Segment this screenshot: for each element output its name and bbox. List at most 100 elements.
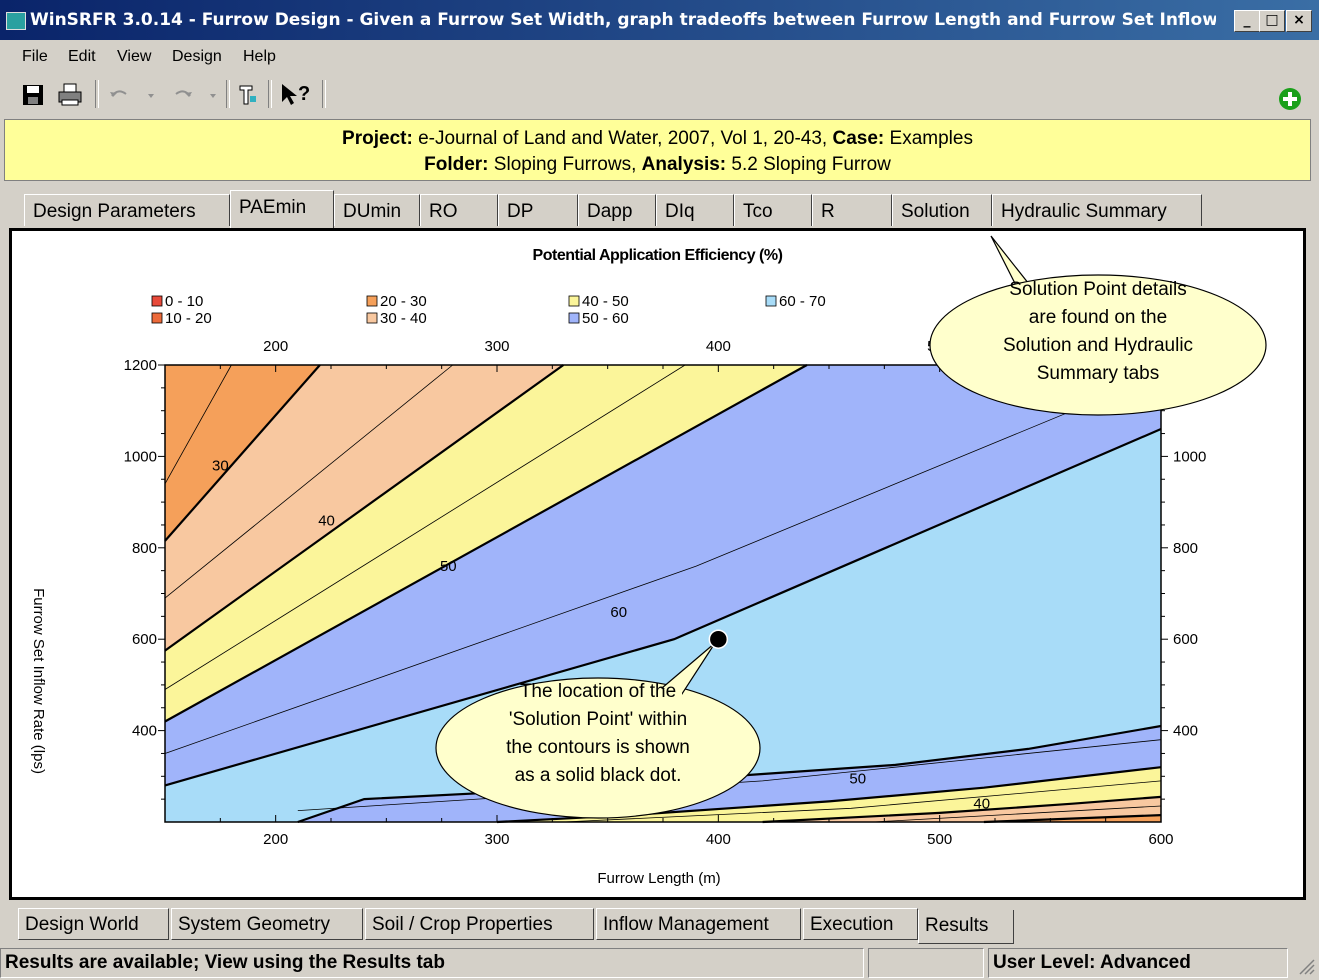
workflow-tabs: Design World System Geometry Soil / Crop… xyxy=(0,904,1319,944)
legend-swatch xyxy=(151,312,163,324)
solution-point-dot xyxy=(708,629,729,649)
callout-text-line: Summary tabs xyxy=(1037,363,1159,384)
tab-dumin[interactable]: DUmin xyxy=(334,194,420,226)
menu-edit[interactable]: Edit xyxy=(68,48,96,66)
contour-label: 30 xyxy=(212,458,229,475)
y-tick-label: 1000 xyxy=(124,448,157,465)
add-icon[interactable] xyxy=(1277,86,1303,114)
contour-label: 60 xyxy=(610,604,627,621)
status-message: Results are available; View using the Re… xyxy=(0,948,864,978)
print-icon[interactable] xyxy=(56,80,84,108)
x-top-tick-label: 200 xyxy=(263,338,288,355)
contour-chart-panel: Potential Application Efficiency (%) 0 -… xyxy=(9,228,1306,900)
menu-help[interactable]: Help xyxy=(243,48,276,66)
menu-file[interactable]: File xyxy=(22,48,48,66)
callout-text-line: are found on the xyxy=(1029,307,1167,328)
legend-swatch xyxy=(568,312,580,324)
case-value: Examples xyxy=(889,128,973,149)
project-line: Project: e-Journal of Land and Water, 20… xyxy=(5,128,1310,150)
folder-label: Folder: xyxy=(424,154,489,175)
resize-grip-icon[interactable] xyxy=(1296,956,1316,976)
case-label: Case: xyxy=(832,128,885,149)
legend-label: 60 - 70 xyxy=(779,293,826,310)
probe-icon[interactable] xyxy=(236,80,260,108)
project-value: e-Journal of Land and Water, 2007, Vol 1… xyxy=(418,128,828,149)
callout-text-line: as a solid black dot. xyxy=(515,765,682,786)
callout-text-line: 'Solution Point' within xyxy=(509,709,687,730)
legend-swatch xyxy=(568,295,580,307)
tab-hydraulic-summary[interactable]: Hydraulic Summary xyxy=(992,194,1202,226)
legend-label: 0 - 10 xyxy=(165,293,203,310)
y-right-tick-label: 1000 xyxy=(1173,448,1206,465)
contour-label: 50 xyxy=(440,558,457,575)
y-right-tick-label: 400 xyxy=(1173,723,1198,740)
legend-swatch xyxy=(366,295,378,307)
folder-line: Folder: Sloping Furrows, Analysis: 5.2 S… xyxy=(5,154,1310,176)
window-title: WinSRFR 3.0.14 - Furrow Design - Given a… xyxy=(30,10,1216,30)
toolbar-separator xyxy=(268,80,272,108)
help-symbol: ? xyxy=(298,83,310,105)
status-middle-pane xyxy=(868,948,984,978)
x-tick-label: 400 xyxy=(706,831,731,848)
redo-icon[interactable] xyxy=(168,80,224,108)
tab-design-parameters[interactable]: Design Parameters xyxy=(24,194,230,226)
legend-swatch xyxy=(151,295,163,307)
legend-label: 50 - 60 xyxy=(582,310,629,327)
tab-design-world[interactable]: Design World xyxy=(18,908,169,940)
tab-soil-crop-properties[interactable]: Soil / Crop Properties xyxy=(365,908,594,940)
close-button[interactable]: × xyxy=(1286,10,1312,32)
tab-results[interactable]: Results xyxy=(918,910,1014,944)
y-tick-label: 800 xyxy=(132,540,157,557)
callout-text-line: Solution and Hydraulic xyxy=(1003,335,1193,356)
legend-label: 30 - 40 xyxy=(380,310,427,327)
maximize-button[interactable]: □ xyxy=(1259,10,1285,32)
x-tick-label: 600 xyxy=(1148,831,1173,848)
tab-paemin[interactable]: PAEmin xyxy=(230,190,334,228)
chart-legend: 0 - 1010 - 20 20 - 3030 - 40 40 - 5050 - 6… xyxy=(151,293,826,327)
tab-system-geometry[interactable]: System Geometry xyxy=(171,908,363,940)
x-top-tick-label: 300 xyxy=(484,338,509,355)
tab-solution[interactable]: Solution xyxy=(892,194,992,226)
tab-r[interactable]: R xyxy=(812,194,892,226)
save-icon[interactable] xyxy=(20,80,46,108)
tab-inflow-management[interactable]: Inflow Management xyxy=(596,908,801,940)
tab-tco[interactable]: Tco xyxy=(734,194,812,226)
legend-swatch xyxy=(765,295,777,307)
minimize-button[interactable]: _ xyxy=(1234,10,1260,32)
y-tick-label: 1200 xyxy=(124,357,157,374)
tab-diq[interactable]: DIq xyxy=(656,194,734,226)
callout-text-line: the contours is shown xyxy=(506,737,690,758)
menu-design[interactable]: Design xyxy=(172,48,222,66)
undo-icon[interactable] xyxy=(106,80,160,108)
x-tick-label: 300 xyxy=(484,831,509,848)
menu-bar: File Edit View Design Help xyxy=(0,42,1319,72)
callout-text-line: Solution Point details xyxy=(1009,279,1186,300)
x-tick-label: 500 xyxy=(927,831,952,848)
status-user-level: User Level: Advanced xyxy=(988,948,1288,978)
toolbar-separator xyxy=(95,80,99,108)
menu-view[interactable]: View xyxy=(117,48,151,66)
title-bar: WinSRFR 3.0.14 - Furrow Design - Given a… xyxy=(0,0,1319,40)
y-right-tick-label: 800 xyxy=(1173,540,1198,557)
y-tick-label: 600 xyxy=(132,631,157,648)
toolbar-separator xyxy=(322,80,326,108)
contour-chart: 0 - 1010 - 20 20 - 3030 - 40 40 - 5050 - 6… xyxy=(30,235,1267,887)
tab-ro[interactable]: RO xyxy=(420,194,498,226)
results-tabs: Design Parameters PAEmin DUmin RO DP Dap… xyxy=(0,190,1319,230)
status-bar: Results are available; View using the Re… xyxy=(0,946,1319,980)
tab-execution[interactable]: Execution xyxy=(803,908,918,940)
help-pointer-icon[interactable]: ? xyxy=(278,80,316,108)
toolbar: ? xyxy=(0,74,1319,114)
legend-swatch xyxy=(366,312,378,324)
x-tick-label: 200 xyxy=(263,831,288,848)
y-tick-label: 400 xyxy=(132,723,157,740)
tab-dp[interactable]: DP xyxy=(498,194,578,226)
tab-dapp[interactable]: Dapp xyxy=(578,194,656,226)
callout-text-line: The location of the xyxy=(520,681,676,702)
contour-label: 40 xyxy=(973,796,990,813)
contour-label: 40 xyxy=(318,512,335,529)
analysis-label: Analysis: xyxy=(641,154,727,175)
legend-label: 20 - 30 xyxy=(380,293,427,310)
x-top-tick-label: 400 xyxy=(706,338,731,355)
analysis-value: 5.2 Sloping Furrow xyxy=(731,154,891,175)
